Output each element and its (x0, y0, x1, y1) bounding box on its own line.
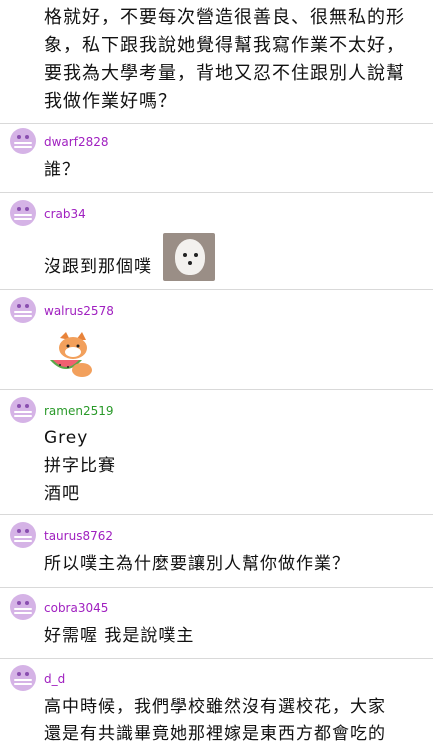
avatar-icon[interactable] (10, 594, 36, 620)
post-line: 象，私下跟我說她覺得幫我寫作業不太好， (44, 35, 405, 56)
comment-text: 所以噗主為什麼要讓別人幫你做作業？ (44, 554, 350, 574)
divider (0, 289, 433, 290)
username[interactable]: walrus2578 (44, 304, 114, 318)
avatar-icon[interactable] (10, 297, 36, 323)
fox-watermelon-sticker-icon (50, 332, 92, 377)
post-line: 要我為大學考量，背地又忍不住跟別人說幫 (44, 63, 405, 84)
comment-text: Grey (44, 428, 89, 448)
divider (0, 123, 433, 124)
username[interactable]: dwarf2828 (44, 135, 108, 149)
divider (0, 514, 433, 515)
divider (0, 192, 433, 193)
comment-text: 酒吧 (44, 484, 80, 504)
comment-text: 拼字比賽 (44, 456, 116, 476)
divider (0, 389, 433, 390)
username[interactable]: d_d (44, 672, 65, 686)
username[interactable]: ramen2519 (44, 404, 114, 418)
comment-text: 好需喔 我是說噗主 (44, 626, 195, 646)
username[interactable]: taurus8762 (44, 529, 113, 543)
post-line: 我做作業好嗎？ (44, 91, 177, 112)
avatar-icon[interactable] (10, 522, 36, 548)
dog-photo-image[interactable] (163, 233, 215, 281)
divider (0, 658, 433, 659)
username[interactable]: crab34 (44, 207, 86, 221)
comment-text: 誰？ (44, 160, 80, 180)
comment-text: 高中時候，我們學校雖然沒有選校花，大家 (44, 697, 386, 717)
comment-text: 還是有共識畢竟她那裡嫁是東西方都會吃的 (44, 724, 386, 744)
avatar-icon[interactable] (10, 397, 36, 423)
comment-text: 沒跟到那個噗 (44, 257, 152, 277)
username[interactable]: cobra3045 (44, 601, 108, 615)
avatar-icon[interactable] (10, 128, 36, 154)
avatar-icon[interactable] (10, 200, 36, 226)
post-line: 格就好，不要每次營造很善良、很無私的形 (44, 7, 405, 28)
post-body: 格就好，不要每次營造很善良、很無私的形 象，私下跟我說她覺得幫我寫作業不太好， … (44, 4, 424, 116)
avatar-icon[interactable] (10, 665, 36, 691)
divider (0, 587, 433, 588)
